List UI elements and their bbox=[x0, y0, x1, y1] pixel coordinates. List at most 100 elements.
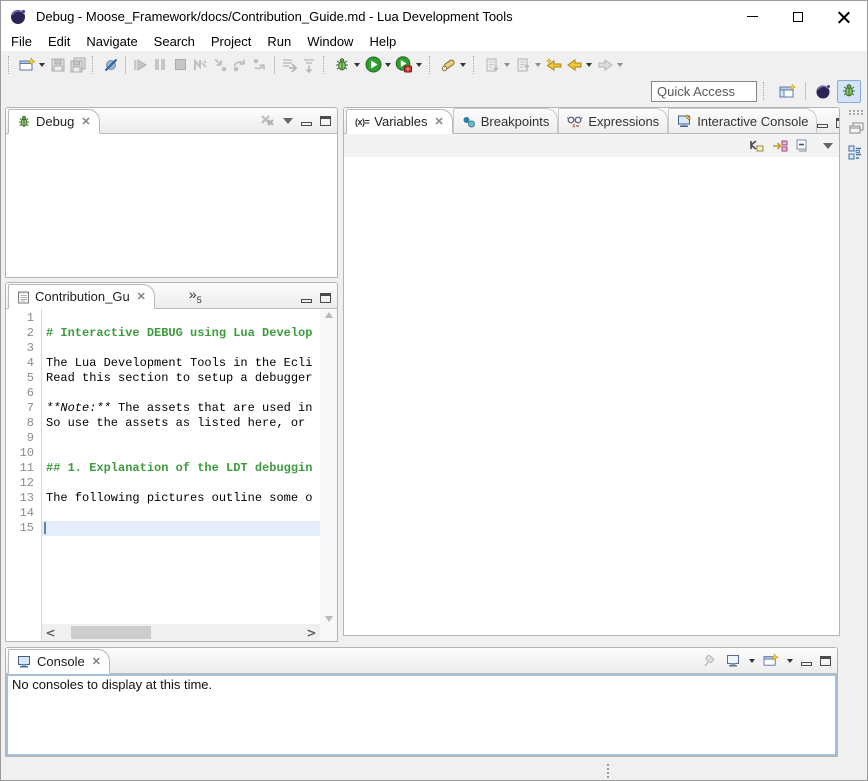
save-all-button[interactable] bbox=[68, 54, 88, 76]
coverage-dropdown-caret[interactable] bbox=[416, 63, 422, 67]
tab-variables[interactable]: (x)= Variables ✕ bbox=[346, 109, 453, 134]
menu-help[interactable]: Help bbox=[361, 34, 404, 49]
disconnect-button[interactable] bbox=[190, 54, 210, 76]
hidden-editors-count: 5 bbox=[197, 295, 202, 305]
debug-maximize-icon[interactable] bbox=[320, 116, 331, 126]
window-close-icon[interactable] bbox=[821, 1, 867, 32]
editor-maximize-icon[interactable] bbox=[320, 293, 331, 303]
console-minimize-icon[interactable] bbox=[801, 662, 812, 666]
use-step-filters-button[interactable] bbox=[299, 54, 319, 76]
step-over-button[interactable] bbox=[230, 54, 250, 76]
window-minimize-icon[interactable] bbox=[729, 1, 775, 32]
step-return-button[interactable] bbox=[250, 54, 270, 76]
editor-line bbox=[42, 446, 320, 461]
tab-debug-close-icon[interactable]: ✕ bbox=[79, 115, 90, 128]
restore-views-icon[interactable] bbox=[849, 122, 864, 135]
next-annotation-button[interactable] bbox=[482, 54, 502, 76]
forward-dropdown-caret[interactable] bbox=[617, 63, 623, 67]
editor-line: # Interactive DEBUG using Lua Develop bbox=[42, 326, 320, 341]
run-button[interactable] bbox=[363, 54, 383, 76]
suspend-button[interactable] bbox=[150, 54, 170, 76]
editor-horizontal-scrollbar[interactable]: < > bbox=[42, 624, 320, 641]
open-console-icon[interactable] bbox=[763, 653, 779, 668]
editor-vertical-scrollbar[interactable] bbox=[320, 309, 337, 641]
scroll-down-icon[interactable] bbox=[325, 616, 333, 622]
display-selected-console-icon[interactable] bbox=[726, 654, 741, 668]
window-maximize-icon[interactable] bbox=[775, 1, 821, 32]
editor-minimize-icon[interactable] bbox=[301, 299, 312, 303]
tab-variables-close-icon[interactable]: ✕ bbox=[433, 115, 444, 128]
debug-view-content[interactable] bbox=[6, 134, 337, 277]
drop-to-frame-button[interactable] bbox=[279, 54, 299, 76]
horizontal-scrollbar-thumb[interactable] bbox=[71, 626, 151, 639]
terminate-button[interactable] bbox=[170, 54, 190, 76]
tab-breakpoints[interactable]: Breakpoints bbox=[453, 108, 559, 133]
variables-maximize-icon[interactable] bbox=[836, 118, 840, 128]
menu-run[interactable]: Run bbox=[259, 34, 299, 49]
tab-console-close-icon[interactable]: ✕ bbox=[90, 655, 101, 668]
menu-search[interactable]: Search bbox=[146, 34, 203, 49]
console-maximize-icon[interactable] bbox=[820, 656, 831, 666]
previous-annotation-button[interactable] bbox=[513, 54, 533, 76]
console-content[interactable]: No consoles to display at this time. bbox=[6, 674, 837, 756]
external-tools-button[interactable] bbox=[438, 54, 458, 76]
strip-drag-handle[interactable] bbox=[849, 110, 851, 112]
show-type-names-icon[interactable] bbox=[749, 138, 765, 153]
outline-view-icon[interactable] bbox=[848, 145, 864, 161]
display-console-dropdown-caret[interactable] bbox=[749, 659, 755, 663]
back-button[interactable] bbox=[564, 54, 584, 76]
tab-editor-contribution-guide[interactable]: Contribution_Gu ✕ bbox=[8, 284, 155, 309]
open-perspective-button[interactable] bbox=[776, 80, 800, 103]
last-edit-location-button[interactable] bbox=[544, 54, 564, 76]
show-logical-structures-icon[interactable] bbox=[772, 138, 788, 153]
open-perspective-icon bbox=[779, 83, 797, 100]
tab-console-label: Console bbox=[37, 654, 85, 669]
tab-console[interactable]: Console ✕ bbox=[8, 649, 110, 674]
menu-edit[interactable]: Edit bbox=[40, 34, 78, 49]
previous-annotation-dropdown-caret[interactable] bbox=[535, 63, 541, 67]
debug-view-menu-icon[interactable] bbox=[283, 118, 293, 124]
debug-button[interactable] bbox=[332, 54, 352, 76]
menu-project[interactable]: Project bbox=[203, 34, 259, 49]
application-window: Debug - Moose_Framework/docs/Contributio… bbox=[0, 0, 868, 781]
tab-editor-close-icon[interactable]: ✕ bbox=[135, 290, 146, 303]
new-button[interactable] bbox=[17, 54, 37, 76]
back-dropdown-caret[interactable] bbox=[586, 63, 592, 67]
hidden-editors-chevron[interactable]: »5 bbox=[189, 286, 202, 305]
forward-button[interactable] bbox=[595, 54, 615, 76]
variables-minimize-icon[interactable] bbox=[817, 124, 828, 128]
tab-interactive-console[interactable]: Interactive Console bbox=[668, 108, 817, 133]
resume-button[interactable] bbox=[130, 54, 150, 76]
tab-expressions[interactable]: x= Expressions bbox=[558, 108, 668, 133]
external-tools-dropdown-caret[interactable] bbox=[460, 63, 466, 67]
open-console-dropdown-caret[interactable] bbox=[787, 659, 793, 663]
scroll-right-icon[interactable]: > bbox=[303, 626, 320, 640]
debug-dropdown-caret[interactable] bbox=[354, 63, 360, 67]
next-annotation-dropdown-caret[interactable] bbox=[504, 63, 510, 67]
main-toolbar bbox=[1, 51, 867, 78]
lua-perspective-button[interactable] bbox=[811, 80, 835, 103]
collapse-all-icon[interactable] bbox=[795, 138, 810, 153]
scroll-left-icon[interactable]: < bbox=[42, 626, 59, 640]
menu-window[interactable]: Window bbox=[299, 34, 361, 49]
step-into-button[interactable] bbox=[210, 54, 230, 76]
tab-debug[interactable]: Debug ✕ bbox=[8, 109, 100, 134]
menu-file[interactable]: File bbox=[3, 34, 40, 49]
menu-navigate[interactable]: Navigate bbox=[78, 34, 145, 49]
status-bar-handle[interactable] bbox=[607, 764, 609, 766]
debug-minimize-icon[interactable] bbox=[301, 122, 312, 126]
quick-access-input[interactable] bbox=[651, 81, 757, 102]
save-button[interactable] bbox=[48, 54, 68, 76]
variables-view-content[interactable] bbox=[344, 157, 839, 635]
new-dropdown-caret[interactable] bbox=[39, 63, 45, 67]
skip-all-breakpoints-button[interactable] bbox=[101, 54, 121, 76]
use-step-filters-icon bbox=[301, 57, 318, 73]
editor-text-area[interactable]: # Interactive DEBUG using Lua DevelopThe… bbox=[42, 309, 320, 624]
variables-view-menu-icon[interactable] bbox=[823, 143, 833, 149]
debug-perspective-button[interactable] bbox=[837, 80, 861, 103]
remove-all-terminated-icon[interactable] bbox=[260, 114, 275, 128]
pin-console-icon[interactable] bbox=[703, 654, 718, 668]
coverage-button[interactable] bbox=[394, 54, 414, 76]
scroll-up-icon[interactable] bbox=[325, 312, 333, 318]
run-dropdown-caret[interactable] bbox=[385, 63, 391, 67]
